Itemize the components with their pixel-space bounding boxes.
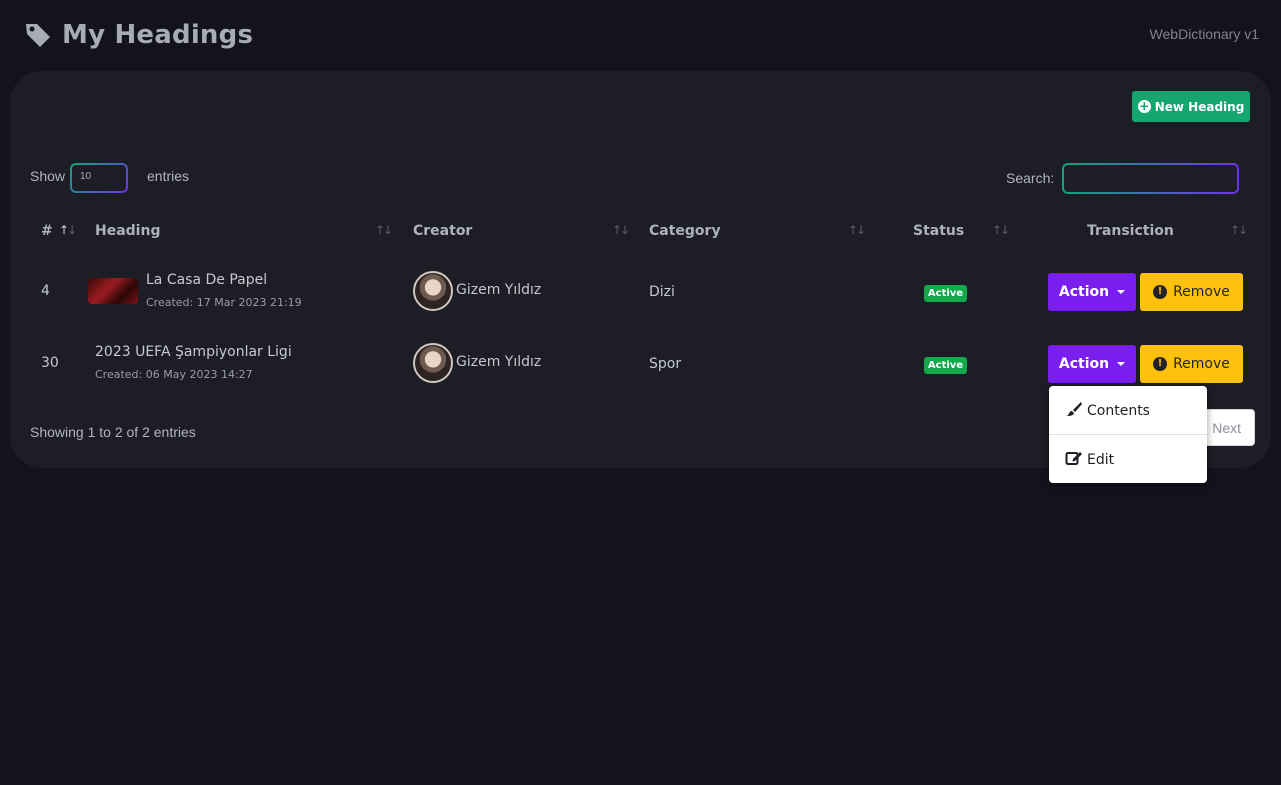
- page-header: My Headings: [24, 20, 253, 50]
- sort-icon[interactable]: ↑↓: [992, 223, 1010, 237]
- tag-icon: [24, 21, 52, 49]
- caret-down-icon: [1117, 362, 1126, 366]
- remove-label: Remove: [1173, 356, 1230, 372]
- dropdown-item-contents[interactable]: Contents: [1065, 401, 1150, 421]
- plus-circle-icon: +: [1137, 99, 1151, 113]
- column-header-transiction[interactable]: Transiction: [1087, 223, 1174, 239]
- remove-label: Remove: [1173, 284, 1230, 300]
- show-label: Show: [30, 168, 66, 184]
- remove-button[interactable]: ! Remove: [1140, 273, 1243, 311]
- row-id: 4: [41, 283, 50, 299]
- creator-name: Gizem Yıldız: [456, 354, 542, 370]
- avatar: [413, 343, 453, 383]
- status-badge: Active: [924, 285, 967, 302]
- sort-icon[interactable]: ↑↓: [848, 223, 866, 237]
- creator-name: Gizem Yıldız: [456, 282, 542, 298]
- category: Dizi: [649, 284, 675, 300]
- entries-select[interactable]: 10: [70, 163, 128, 193]
- sort-icon[interactable]: ↑↓: [59, 223, 77, 237]
- heading-title[interactable]: La Casa De Papel: [146, 272, 302, 288]
- exclamation-circle-icon: !: [1153, 285, 1168, 299]
- caret-down-icon: [1117, 290, 1126, 294]
- heading-created: Created: 17 Mar 2023 21:19: [146, 296, 302, 309]
- heading-cell: 2023 UEFA Şampiyonlar Ligi Created: 06 M…: [95, 344, 292, 381]
- dropdown-item-label: Contents: [1087, 403, 1150, 419]
- entries-select-value: 10: [72, 165, 126, 191]
- exclamation-circle-icon: !: [1153, 357, 1168, 371]
- remove-button[interactable]: ! Remove: [1140, 345, 1243, 383]
- action-button[interactable]: Action: [1048, 273, 1136, 311]
- app-version: WebDictionary v1: [1149, 26, 1259, 42]
- column-header-heading[interactable]: Heading: [95, 223, 160, 239]
- heading-thumbnail: [88, 278, 138, 304]
- column-header-id[interactable]: #: [41, 223, 53, 239]
- dropdown-item-edit[interactable]: Edit: [1065, 450, 1114, 470]
- sort-icon[interactable]: ↑↓: [375, 223, 393, 237]
- brush-icon: [1065, 401, 1083, 421]
- heading-title[interactable]: 2023 UEFA Şampiyonlar Ligi: [95, 344, 292, 360]
- search-input[interactable]: [1062, 163, 1239, 194]
- heading-cell: La Casa De Papel Created: 17 Mar 2023 21…: [146, 272, 302, 309]
- dropdown-divider: [1049, 434, 1207, 435]
- search-label: Search:: [1006, 170, 1055, 186]
- status-badge: Active: [924, 357, 967, 374]
- entries-label: entries: [147, 168, 190, 184]
- new-heading-button[interactable]: + New Heading: [1132, 91, 1250, 122]
- column-header-status[interactable]: Status: [913, 223, 964, 239]
- new-heading-label: New Heading: [1154, 99, 1245, 114]
- column-header-category[interactable]: Category: [649, 223, 721, 239]
- page-title: My Headings: [62, 20, 254, 50]
- heading-created: Created: 06 May 2023 14:27: [95, 368, 253, 381]
- dropdown-item-label: Edit: [1087, 452, 1115, 468]
- row-id: 30: [41, 355, 59, 371]
- column-header-creator[interactable]: Creator: [413, 223, 472, 239]
- action-label: Action: [1058, 356, 1110, 372]
- action-button[interactable]: Action: [1048, 345, 1136, 383]
- action-dropdown-menu: Contents Edit: [1049, 386, 1207, 483]
- action-label: Action: [1058, 284, 1110, 300]
- sort-icon[interactable]: ↑↓: [612, 223, 630, 237]
- edit-icon: [1065, 450, 1083, 470]
- category: Spor: [649, 356, 682, 372]
- avatar: [413, 271, 453, 311]
- sort-icon[interactable]: ↑↓: [1230, 223, 1248, 237]
- table-info: Showing 1 to 2 of 2 entries: [30, 424, 196, 440]
